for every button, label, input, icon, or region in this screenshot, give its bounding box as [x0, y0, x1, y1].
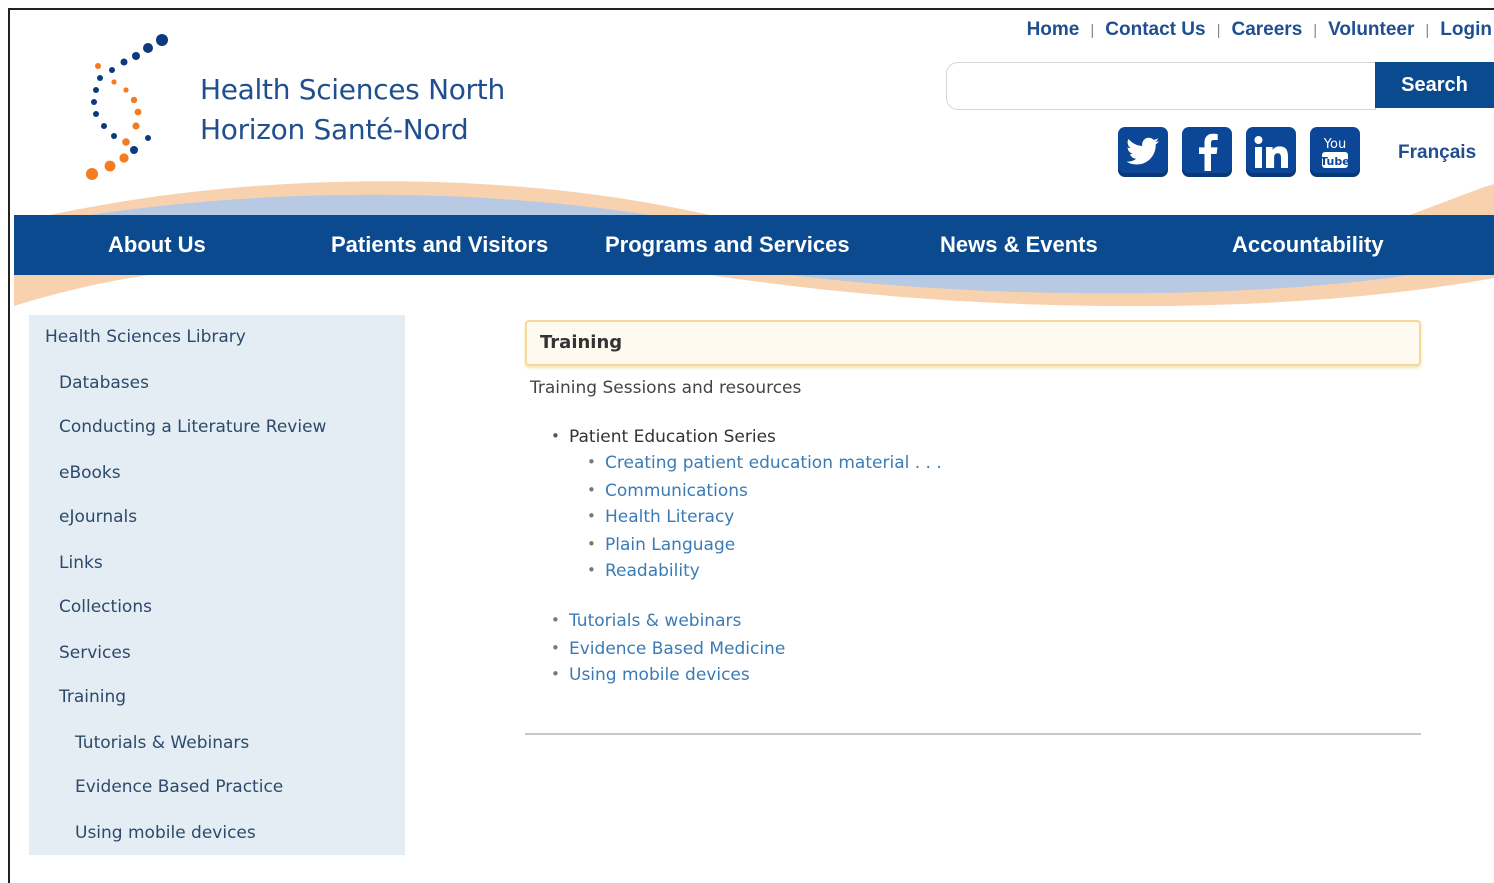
sidebar-item-evidence-based-practice[interactable]: Evidence Based Practice: [75, 777, 283, 797]
list-item-readability[interactable]: • Readability: [587, 561, 700, 581]
svg-text:You: You: [1323, 137, 1346, 152]
sidebar-item-mobile-devices[interactable]: Using mobile devices: [75, 823, 256, 843]
list-item-mobile-devices[interactable]: • Using mobile devices: [551, 665, 750, 685]
intro-text: Training Sessions and resources: [530, 378, 802, 398]
sidebar-item-links[interactable]: Links: [59, 553, 103, 573]
sidebar-item-tutorials-webinars[interactable]: Tutorials & Webinars: [75, 733, 249, 753]
search-bar: Search: [946, 62, 1494, 110]
svg-text:Tube: Tube: [1320, 155, 1349, 168]
list-item-evidence-based-medicine[interactable]: • Evidence Based Medicine: [551, 639, 785, 659]
contact-us-link[interactable]: Contact Us: [1105, 19, 1205, 40]
sidebar-item-collections[interactable]: Collections: [59, 597, 152, 617]
sidebar-item-services[interactable]: Services: [59, 643, 131, 663]
content-title-box: Training: [525, 320, 1421, 366]
search-button[interactable]: Search: [1375, 62, 1494, 108]
logo-line-french: Horizon Santé-Nord: [200, 113, 469, 146]
sidebar: Health Sciences Library Databases Conduc…: [29, 315, 405, 855]
list-item-tutorials-webinars[interactable]: • Tutorials & webinars: [551, 611, 741, 631]
top-links: Home | Contact Us | Careers | Volunteer | Login: [1026, 19, 1492, 40]
careers-link[interactable]: Careers: [1231, 19, 1302, 40]
logo-line-english: Health Sciences North: [200, 73, 505, 106]
sidebar-item-training[interactable]: Training: [59, 687, 126, 707]
nav-news-events[interactable]: News & Events: [940, 215, 1098, 275]
logo-text[interactable]: Health Sciences North Horizon Santé-Nord: [200, 70, 505, 150]
nav-about-us[interactable]: About Us: [108, 215, 206, 275]
nav-programs-services[interactable]: Programs and Services: [605, 215, 850, 275]
list-item-health-literacy[interactable]: • Health Literacy: [587, 507, 734, 527]
list-item-patient-education: • Patient Education Series: [551, 427, 776, 447]
list-item-creating-material[interactable]: • Creating patient education material . .…: [587, 453, 942, 473]
home-link[interactable]: Home: [1027, 19, 1080, 40]
search-input[interactable]: [946, 62, 1376, 110]
login-link[interactable]: Login: [1440, 19, 1492, 40]
logo-dots-icon: [86, 34, 168, 180]
sidebar-item-ejournals[interactable]: eJournals: [59, 507, 137, 527]
language-link[interactable]: Français: [1398, 142, 1476, 164]
sidebar-item-health-sciences-library[interactable]: Health Sciences Library: [45, 327, 246, 347]
volunteer-link[interactable]: Volunteer: [1328, 19, 1414, 40]
sidebar-item-ebooks[interactable]: eBooks: [59, 463, 121, 483]
nav-accountability[interactable]: Accountability: [1232, 215, 1384, 275]
list-item-plain-language[interactable]: • Plain Language: [587, 535, 735, 555]
content-divider: [525, 733, 1421, 735]
list-item-communications[interactable]: • Communications: [587, 481, 748, 501]
main-nav: About Us Patients and Visitors Programs …: [14, 215, 1494, 275]
page-title: Training: [540, 332, 623, 353]
sidebar-item-databases[interactable]: Databases: [59, 373, 149, 393]
nav-patients-visitors[interactable]: Patients and Visitors: [331, 215, 548, 275]
sidebar-item-literature-review[interactable]: Conducting a Literature Review: [59, 417, 326, 437]
